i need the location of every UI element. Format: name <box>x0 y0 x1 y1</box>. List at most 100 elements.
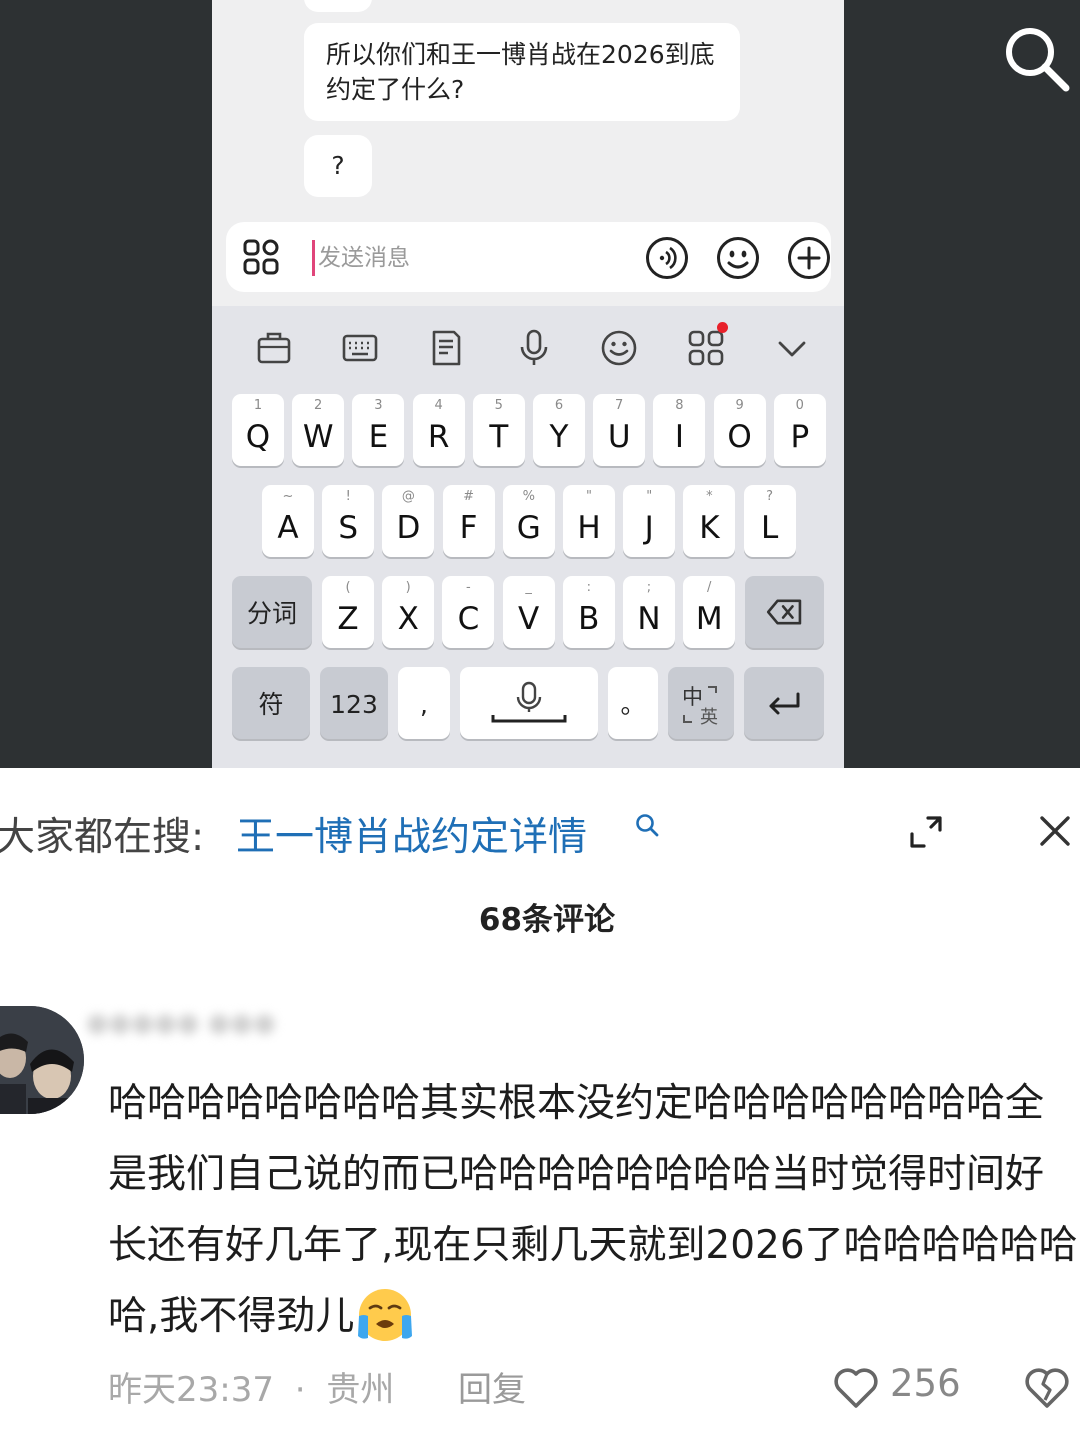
key-z[interactable]: (Z <box>322 576 374 648</box>
comment-body: 哈哈哈哈哈哈哈哈其实根本没约定哈哈哈哈哈哈哈哈全是我们自己说的而已哈哈哈哈哈哈哈… <box>108 1081 1078 1339</box>
space-key[interactable] <box>460 667 598 739</box>
key-n[interactable]: ; N <box>623 576 675 648</box>
message-bubble: ? <box>304 135 372 197</box>
key-h[interactable]: " H <box>563 485 615 557</box>
message-input[interactable] <box>318 240 618 276</box>
heart-icon[interactable] <box>832 1364 880 1410</box>
comment-location: 贵州 <box>326 1370 395 1410</box>
key-hint: ; <box>646 580 652 595</box>
key-f[interactable]: # F <box>442 485 495 557</box>
plus-icon[interactable] <box>787 236 831 280</box>
emoji-icon[interactable] <box>599 328 639 368</box>
broken-heart-icon[interactable] <box>1022 1364 1072 1410</box>
emoji-icon[interactable] <box>716 236 760 280</box>
key-label: O <box>727 419 752 455</box>
trending-link[interactable]: 王一博肖战约定详情 <box>236 806 587 862</box>
period-key[interactable]: 。 <box>608 667 658 739</box>
clipboard-icon[interactable] <box>254 328 294 368</box>
key-i[interactable]: 8I <box>653 394 706 466</box>
notes-icon[interactable] <box>426 328 466 368</box>
key-v[interactable]: _ V <box>502 576 555 648</box>
backspace-key[interactable] <box>745 576 824 648</box>
apps-grid-icon[interactable] <box>242 238 280 276</box>
key-l[interactable]: ? L <box>743 485 796 557</box>
key-d[interactable]: @ D <box>382 485 435 557</box>
key-label: 123 <box>330 690 378 719</box>
comment-count: 68条评论 <box>478 902 616 938</box>
avatar[interactable] <box>0 1006 84 1114</box>
numbers-key[interactable]: 123 <box>320 667 388 739</box>
key-hint: 2 <box>314 398 323 413</box>
key-hint: 7 <box>615 398 624 413</box>
key-hint: ( <box>345 580 351 595</box>
key-g[interactable]: % G <box>502 485 555 557</box>
search-icon[interactable] <box>1000 22 1072 94</box>
comment-time: 昨天23:37 <box>108 1370 274 1410</box>
key-y[interactable]: 6Y <box>533 394 585 466</box>
enter-key[interactable] <box>744 667 824 739</box>
key-hint: " <box>646 489 653 504</box>
chat-screenshot: 所以你们和王一博肖战在2026到底 约定了什么? ? 发送消息 1 Q 2 W … <box>0 0 1080 768</box>
search-icon[interactable] <box>634 812 660 838</box>
key-label: R <box>427 419 450 455</box>
key-hint: # <box>463 489 475 504</box>
apps-icon[interactable] <box>686 328 726 368</box>
username-blurred[interactable]: ●●●●● ●●● <box>86 1008 386 1054</box>
message-input-bar <box>226 222 831 292</box>
key-label: V <box>517 601 540 637</box>
key-label: E <box>368 419 389 455</box>
key-m[interactable]: / M <box>683 576 736 648</box>
close-icon[interactable] <box>1036 812 1074 850</box>
avatar-image <box>0 1006 84 1114</box>
notification-dot <box>717 322 728 333</box>
trending-search-bar: 大家都在搜: 王一博肖战约定详情 <box>0 800 1080 864</box>
key-w[interactable]: 2W <box>292 394 345 466</box>
message-text-line-1: 所以你们和王一博肖战在2026到底 <box>326 40 715 69</box>
key-hint: 0 <box>795 398 804 413</box>
key-c[interactable]: -C <box>442 576 495 648</box>
key-x[interactable]: ) X <box>382 576 435 648</box>
switch-corners-icon <box>683 686 717 723</box>
key-a[interactable]: ~ A <box>262 485 314 557</box>
key-hint: ! <box>345 489 351 504</box>
key-k[interactable]: * K <box>683 485 736 557</box>
key-q[interactable]: 1Q <box>232 394 284 466</box>
key-label: N <box>637 601 661 637</box>
key-e[interactable]: 3E <box>352 394 405 466</box>
key-label: H <box>577 510 601 546</box>
microphone-icon[interactable] <box>514 328 554 368</box>
key-t[interactable]: 5T <box>472 394 525 466</box>
key-hint: % <box>522 489 535 504</box>
key-hint: ~ <box>282 489 294 504</box>
comma-key[interactable]: , <box>398 667 450 739</box>
key-label: B <box>578 601 600 637</box>
reply-button[interactable]: 回复 <box>458 1362 526 1411</box>
key-j[interactable]: " J <box>623 485 676 557</box>
key-label: T <box>489 419 509 455</box>
key-label: Z <box>337 601 359 637</box>
segment-key[interactable]: 分词 <box>232 576 312 648</box>
key-label: D <box>396 510 421 546</box>
key-label: 分词 <box>246 599 297 628</box>
key-label: , <box>420 690 428 719</box>
key-u[interactable]: 7U <box>593 394 646 466</box>
backspace-icon <box>766 599 802 625</box>
key-o[interactable]: 9O <box>713 394 766 466</box>
key-s[interactable]: ! S <box>322 485 375 557</box>
expand-icon[interactable] <box>906 812 946 852</box>
keyboard-icon[interactable] <box>340 328 380 368</box>
key-label: Y <box>549 419 569 455</box>
previous-message-bubble <box>304 0 372 12</box>
key-p[interactable]: 0P <box>773 394 826 466</box>
key-hint: - <box>466 580 471 595</box>
key-b[interactable]: :B <box>562 576 615 648</box>
like-count: 256 <box>890 1362 961 1405</box>
key-r[interactable]: 4R <box>412 394 465 466</box>
key-label: C <box>457 601 480 637</box>
collapse-icon[interactable] <box>772 328 812 368</box>
language-switch-key[interactable]: 中英 <box>668 667 734 739</box>
key-hint: 8 <box>675 398 684 413</box>
symbols-key[interactable]: 符 <box>232 667 310 739</box>
voice-icon[interactable] <box>645 236 689 280</box>
crying-emoji-icon <box>358 1288 413 1341</box>
